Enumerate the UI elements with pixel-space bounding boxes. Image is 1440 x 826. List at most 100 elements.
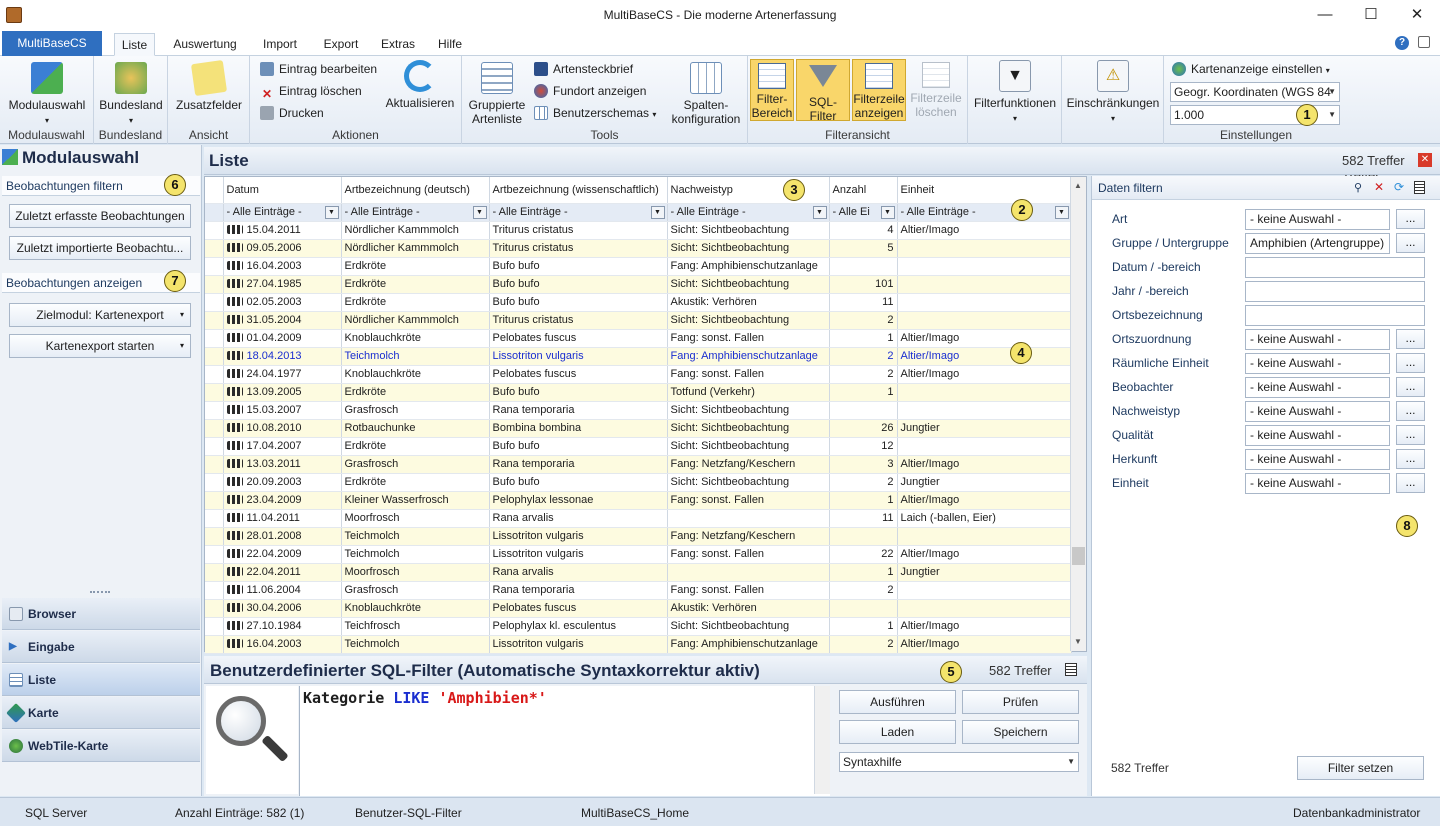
clear-filter-icon[interactable]: ✕ [1374, 180, 1384, 194]
nav-karte[interactable]: Karte [2, 697, 200, 729]
recent-imports-button[interactable]: Zuletzt importierte Beobachtu... [9, 236, 191, 260]
chevron-down-icon[interactable]: ▼ [324, 205, 339, 219]
file-tab[interactable]: MultiBaseCS [2, 31, 102, 56]
row-indicator[interactable] [205, 635, 224, 654]
close-window-button[interactable]: ✕ [1394, 0, 1440, 30]
tab-import[interactable]: Import [254, 33, 306, 56]
minimize-button[interactable]: — [1302, 0, 1348, 30]
print-button[interactable]: Drucken [260, 103, 324, 123]
row-indicator[interactable] [205, 599, 224, 618]
artensteckbrief-button[interactable]: Artensteckbrief [534, 59, 633, 79]
filterfunktionen-button[interactable]: ▼ Filterfunktionen ▾ [970, 60, 1060, 126]
row-indicator[interactable] [205, 581, 224, 600]
syntax-help-select[interactable]: Syntaxhilfe ▼ [839, 752, 1079, 772]
tab-extras[interactable]: Extras [376, 33, 420, 56]
table-row[interactable]: 10.08.2010 Rotbauchunke Bombina bombina Sic… [205, 419, 1072, 438]
spaltenkonfiguration-button[interactable]: Spalten-konfiguration [668, 62, 744, 126]
delete-entry-button[interactable]: ✕ Eintrag löschen [260, 81, 362, 101]
edit-entry-button[interactable]: Eintrag bearbeiten [260, 59, 377, 79]
table-row[interactable]: 17.04.2007 Erdkröte Bufo bufo Sicht: Sichtb… [205, 437, 1072, 456]
clipboard-icon[interactable] [1414, 181, 1425, 194]
filter-einheit[interactable]: - Alle Einträge - ▼ [897, 203, 1072, 222]
browse-button[interactable]: ... [1396, 425, 1425, 445]
browse-button[interactable]: ... [1396, 473, 1425, 493]
row-indicator[interactable] [205, 329, 224, 348]
sql-scrollbar[interactable] [814, 686, 830, 794]
table-row[interactable]: 22.04.2009 Teichmolch Lissotriton vulgaris… [205, 545, 1072, 564]
row-indicator[interactable] [205, 383, 224, 402]
maximize-button[interactable]: ☐ [1348, 0, 1394, 30]
table-row[interactable]: 11.06.2004 Grasfrosch Rana temporaria Fang:… [205, 581, 1072, 600]
modulauswahl-button[interactable]: Modulauswahl ▾ [4, 62, 90, 128]
filter-input[interactable]: - keine Auswahl - [1245, 425, 1390, 446]
table-row[interactable]: 20.09.2003 Erdkröte Bufo bufo Sicht: Sichtb… [205, 473, 1072, 492]
apply-filter-button[interactable]: Filter setzen [1297, 756, 1424, 780]
scroll-thumb[interactable] [1072, 547, 1085, 565]
filter-anzahl[interactable]: - Alle Ei ▼ [829, 203, 898, 222]
table-row[interactable]: 16.04.2003 Teichmolch Lissotriton vulgaris… [205, 635, 1072, 654]
filter-datum[interactable]: - Alle Einträge - ▼ [223, 203, 342, 222]
filter-input[interactable]: - keine Auswahl - [1245, 449, 1390, 470]
row-indicator[interactable] [205, 239, 224, 258]
table-row[interactable]: 27.10.1984 Teichfrosch Pelophylax kl. escu… [205, 617, 1072, 636]
table-row[interactable]: 23.04.2009 Kleiner Wasserfrosch Pelophylax… [205, 491, 1072, 510]
coordinate-system-select[interactable]: Geogr. Koordinaten (WGS 84 ▼ [1170, 82, 1340, 102]
row-indicator[interactable] [205, 293, 224, 312]
chevron-down-icon[interactable]: ▼ [472, 205, 487, 219]
filter-input[interactable]: - keine Auswahl - [1245, 353, 1390, 374]
refresh-button[interactable]: Aktualisieren [382, 60, 458, 110]
tab-auswertung[interactable]: Auswertung [166, 33, 244, 56]
filter-bereich-button[interactable]: Filter- Bereich [750, 59, 794, 121]
filter-art-wiss[interactable]: - Alle Einträge - ▼ [489, 203, 668, 222]
tab-hilfe[interactable]: Hilfe [430, 33, 470, 56]
row-indicator[interactable] [205, 617, 224, 636]
fundort-button[interactable]: Fundort anzeigen [534, 81, 646, 101]
grouped-list-button[interactable]: Gruppierte Artenliste [466, 62, 528, 126]
help-icon[interactable]: ? [1395, 36, 1409, 50]
browse-button[interactable]: ... [1396, 401, 1425, 421]
browse-button[interactable]: ... [1396, 449, 1425, 469]
kartenexport-button[interactable]: Kartenexport starten ▾ [9, 334, 191, 358]
row-indicator[interactable] [205, 257, 224, 276]
browse-button[interactable]: ... [1396, 329, 1425, 349]
run-button[interactable]: Ausführen [839, 690, 956, 714]
sql-filter-button[interactable]: SQL-Filter [796, 59, 850, 123]
row-indicator[interactable] [205, 419, 224, 438]
table-row[interactable]: 24.04.1977 Knoblauchkröte Pelobates fuscus… [205, 365, 1072, 384]
row-indicator[interactable] [205, 347, 224, 366]
table-row[interactable]: 31.05.2004 Nördlicher Kammmolch Triturus c… [205, 311, 1072, 330]
sql-editor[interactable]: Kategorie LIKE 'Amphibien*' [299, 686, 830, 796]
row-indicator[interactable] [205, 365, 224, 384]
table-row[interactable]: 13.09.2005 Erdkröte Bufo bufo Totfund (Verk… [205, 383, 1072, 402]
filter-input[interactable] [1245, 281, 1425, 302]
save-button[interactable]: Speichern [962, 720, 1079, 744]
filter-nachweistyp[interactable]: - Alle Einträge - ▼ [667, 203, 830, 222]
zusatzfelder-button[interactable]: Zusatzfelder [172, 59, 246, 112]
table-row[interactable]: 18.04.2013 Teichmolch Lissotriton vulgaris… [205, 347, 1072, 366]
chevron-down-icon[interactable]: ▼ [880, 205, 895, 219]
row-indicator[interactable] [205, 545, 224, 564]
filter-art-deutsch[interactable]: - Alle Einträge - ▼ [341, 203, 490, 222]
filter-input[interactable] [1245, 257, 1425, 278]
table-row[interactable]: 28.01.2008 Teichmolch Lissotriton vulgaris… [205, 527, 1072, 546]
row-indicator[interactable] [205, 221, 224, 240]
table-row[interactable]: 15.04.2011 Nördlicher Kammmolch Triturus c… [205, 221, 1072, 240]
close-panel-icon[interactable]: ✕ [1418, 153, 1432, 167]
splitter-handle[interactable] [90, 591, 110, 595]
browse-button[interactable]: ... [1396, 209, 1425, 229]
col-art-wissenschaftlich[interactable]: Artbezeichnung (wissenschaftlich) [489, 177, 668, 204]
row-indicator[interactable] [205, 401, 224, 420]
browse-button[interactable]: ... [1396, 233, 1425, 253]
filter-input[interactable]: - keine Auswahl - [1245, 473, 1390, 494]
col-einheit[interactable]: Einheit [897, 177, 1072, 204]
row-indicator[interactable] [205, 311, 224, 330]
col-datum[interactable]: Datum [223, 177, 342, 204]
table-row[interactable]: 02.05.2003 Erdkröte Bufo bufo Akustik: Verh… [205, 293, 1072, 312]
scroll-down-icon[interactable]: ▼ [1074, 637, 1082, 646]
table-row[interactable]: 30.04.2006 Knoblauchkröte Pelobates fuscus… [205, 599, 1072, 618]
row-indicator[interactable] [205, 563, 224, 582]
row-indicator[interactable] [205, 491, 224, 510]
einschraenkungen-button[interactable]: ⚠ Einschränkungen ▾ [1064, 60, 1162, 126]
row-indicator[interactable] [205, 527, 224, 546]
row-indicator[interactable] [205, 455, 224, 474]
